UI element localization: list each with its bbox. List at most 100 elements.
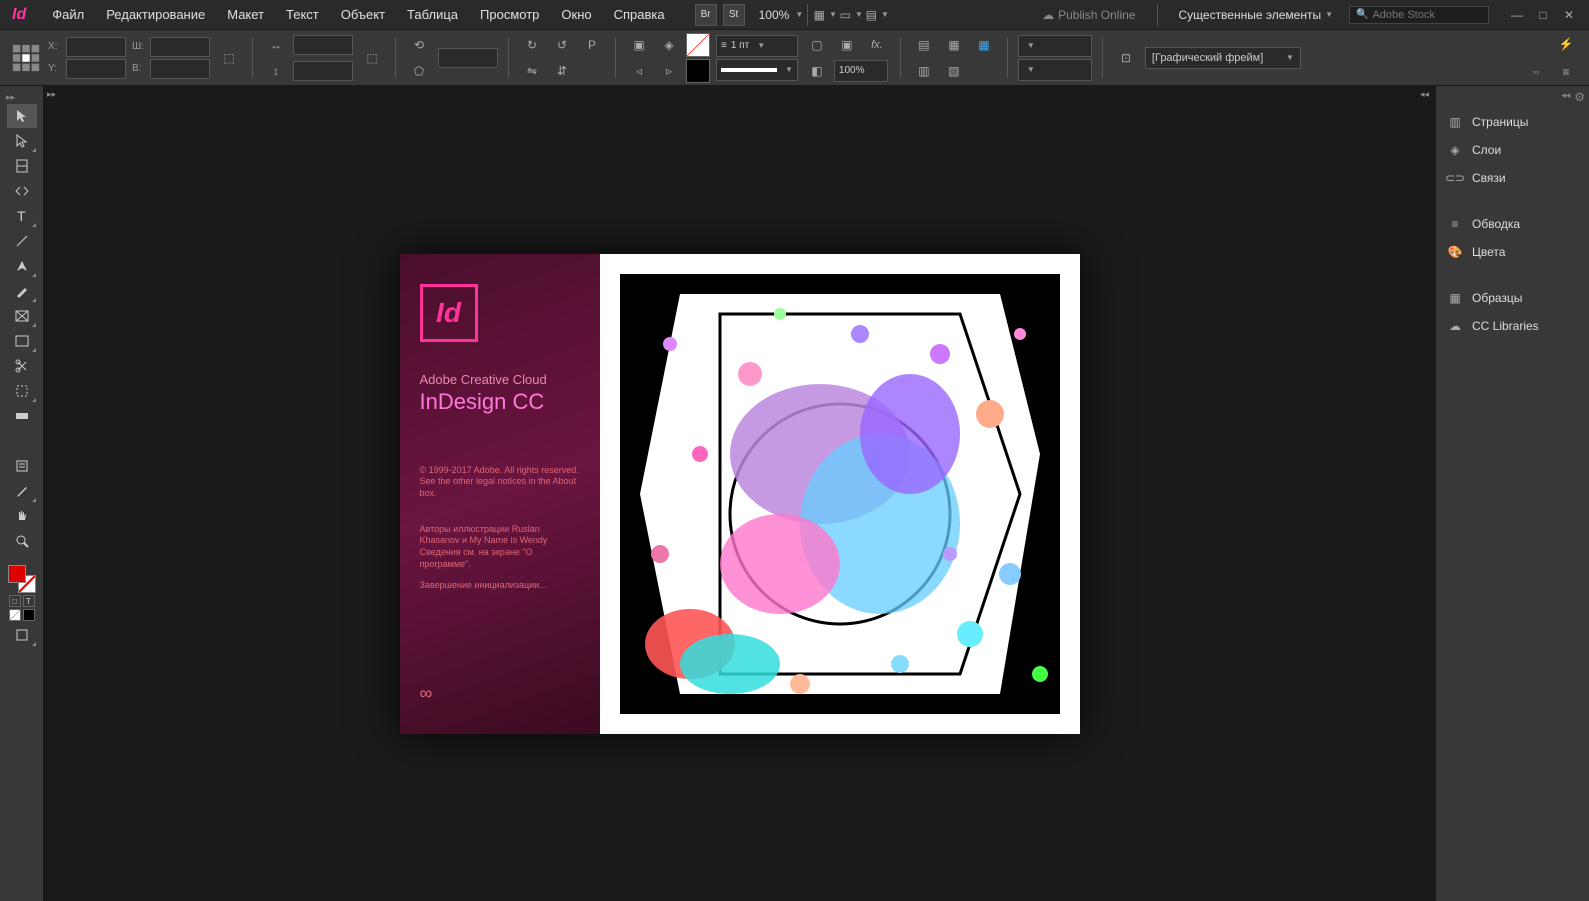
rotate-icon[interactable]: ⟲ [406, 33, 432, 57]
corner-size[interactable]: ▼ [1018, 59, 1092, 81]
select-prev-icon[interactable]: ◃ [626, 59, 652, 83]
expand-right-icon[interactable]: ◂◂ [1420, 89, 1432, 101]
select-container-icon[interactable]: ▣ [626, 33, 652, 57]
stroke-swatch[interactable] [686, 59, 710, 83]
pencil-tool[interactable] [7, 279, 37, 303]
apply-none-icon[interactable] [9, 609, 21, 621]
direct-selection-tool[interactable] [7, 129, 37, 153]
panel-menu-icon[interactable]: ≡ [1553, 60, 1579, 84]
panel-swatches[interactable]: ▦ Образцы [1436, 284, 1589, 312]
selection-tool[interactable] [7, 104, 37, 128]
corner-options[interactable]: ▼ [1018, 35, 1092, 57]
height-input[interactable] [150, 59, 210, 79]
arrange-button[interactable]: ▤▼ [864, 3, 890, 27]
rectangle-frame-tool[interactable] [7, 304, 37, 328]
select-content-icon[interactable]: ◈ [656, 33, 682, 57]
text-wrap-none-icon[interactable]: ▤ [911, 33, 937, 57]
panel-pages[interactable]: ▥ Страницы [1436, 108, 1589, 136]
menu-view[interactable]: Просмотр [470, 3, 549, 26]
rotate-input[interactable] [438, 48, 498, 68]
page-tool[interactable] [7, 154, 37, 178]
menu-file[interactable]: Файл [42, 3, 94, 26]
view-mode-tool[interactable] [7, 623, 37, 647]
text-wrap-jump-icon[interactable]: ▥ [911, 59, 937, 83]
gradient-feather-tool[interactable] [7, 429, 37, 453]
stock-button[interactable]: St [723, 4, 745, 26]
gap-tool[interactable] [7, 179, 37, 203]
formatting-text-icon[interactable]: T [23, 595, 35, 607]
flip-text-icon[interactable]: P [579, 33, 605, 57]
bridge-button[interactable]: Br [695, 4, 717, 26]
quick-apply-icon[interactable]: ⚡ [1553, 32, 1579, 56]
line-tool[interactable] [7, 229, 37, 253]
expand-left-icon[interactable]: ▸▸ [47, 89, 59, 101]
fill-stroke-swatches[interactable] [8, 565, 36, 593]
scale-y-input[interactable] [293, 61, 353, 81]
fx-icon[interactable]: fx. [864, 33, 890, 57]
panel-collapse-icon[interactable]: ◂◂ [1561, 90, 1570, 104]
text-wrap-col-icon[interactable]: ▧ [941, 59, 967, 83]
select-next-icon[interactable]: ▹ [656, 59, 682, 83]
collapse-tools-icon[interactable]: ▸▸ [0, 92, 15, 103]
menu-help[interactable]: Справка [604, 3, 675, 26]
canvas[interactable]: ▸▸ ◂◂ Id Adobe Creative Cloud InDesign C… [44, 86, 1435, 901]
workspace-switcher[interactable]: Существенные элементы ▼ [1170, 5, 1341, 25]
y-input[interactable] [66, 59, 126, 79]
auto-fit-icon[interactable]: ▢ [804, 33, 830, 57]
text-wrap-shape-icon[interactable]: ▦ [971, 33, 997, 57]
search-stock[interactable]: 🔍 [1349, 6, 1489, 24]
note-tool[interactable] [7, 454, 37, 478]
x-input[interactable] [66, 37, 126, 57]
menu-layout[interactable]: Макет [217, 3, 274, 26]
panel-stroke[interactable]: ≡ Обводка [1436, 210, 1589, 238]
fill-frame-icon[interactable]: ▣ [834, 33, 860, 57]
opacity-input[interactable]: 100% [834, 60, 888, 82]
panel-layers[interactable]: ◈ Слои [1436, 136, 1589, 164]
search-input[interactable] [1372, 9, 1482, 21]
close-button[interactable]: ✕ [1557, 5, 1581, 25]
menu-table[interactable]: Таблица [397, 3, 468, 26]
shear-icon[interactable]: ⬠ [406, 59, 432, 83]
constrain-icon[interactable]: ⬚ [216, 46, 242, 70]
panel-cc-libraries[interactable]: ☁ CC Libraries [1436, 312, 1589, 340]
stroke-style[interactable]: ▼ [716, 59, 798, 81]
zoom-level[interactable]: 100% ▼ [759, 8, 804, 22]
align-panel-icon[interactable]: ▫▫ [1523, 60, 1549, 84]
constrain-scale-icon[interactable]: ⬚ [359, 46, 385, 70]
reference-point-icon[interactable] [10, 46, 42, 70]
gear-icon[interactable]: ⚙ [1574, 90, 1585, 104]
object-style-select[interactable]: [Графический фрейм] ▼ [1145, 47, 1301, 69]
opacity-icon[interactable]: ◧ [804, 59, 830, 83]
flip-h-icon[interactable]: ⇋ [519, 59, 545, 83]
fill-swatch[interactable] [686, 33, 710, 57]
panel-links[interactable]: ⊂⊃ Связи [1436, 164, 1589, 192]
menu-edit[interactable]: Редактирование [96, 3, 215, 26]
frame-fit-icon[interactable]: ⊡ [1113, 46, 1139, 70]
publish-online-button[interactable]: ☁ Publish Online [1032, 5, 1145, 25]
panel-color[interactable]: 🎨 Цвета [1436, 238, 1589, 266]
pen-tool[interactable] [7, 254, 37, 278]
minimize-button[interactable]: — [1505, 5, 1529, 25]
menu-text[interactable]: Текст [276, 3, 329, 26]
fill-color-icon[interactable] [8, 565, 26, 583]
flip-v-icon[interactable]: ⇵ [549, 59, 575, 83]
hand-tool[interactable] [7, 504, 37, 528]
view-options-button[interactable]: ▦▼ [812, 3, 838, 27]
maximize-button[interactable]: □ [1531, 5, 1555, 25]
free-transform-tool[interactable] [7, 379, 37, 403]
scale-x-input[interactable] [293, 35, 353, 55]
width-input[interactable] [150, 37, 210, 57]
scale-x-icon[interactable]: ↔ [263, 33, 289, 57]
stroke-weight[interactable]: ≡ 1 пт ▼ [716, 35, 798, 57]
rotate-ccw-icon[interactable]: ↺ [549, 33, 575, 57]
scale-y-icon[interactable]: ↕ [263, 59, 289, 83]
rotate-cw-icon[interactable]: ↻ [519, 33, 545, 57]
gradient-swatch-tool[interactable] [7, 404, 37, 428]
zoom-tool[interactable] [7, 529, 37, 553]
rectangle-tool[interactable] [7, 329, 37, 353]
menu-window[interactable]: Окно [551, 3, 601, 26]
screen-mode-button[interactable]: ▭▼ [838, 3, 864, 27]
eyedropper-tool[interactable] [7, 479, 37, 503]
formatting-container-icon[interactable]: □ [9, 595, 21, 607]
scissors-tool[interactable] [7, 354, 37, 378]
